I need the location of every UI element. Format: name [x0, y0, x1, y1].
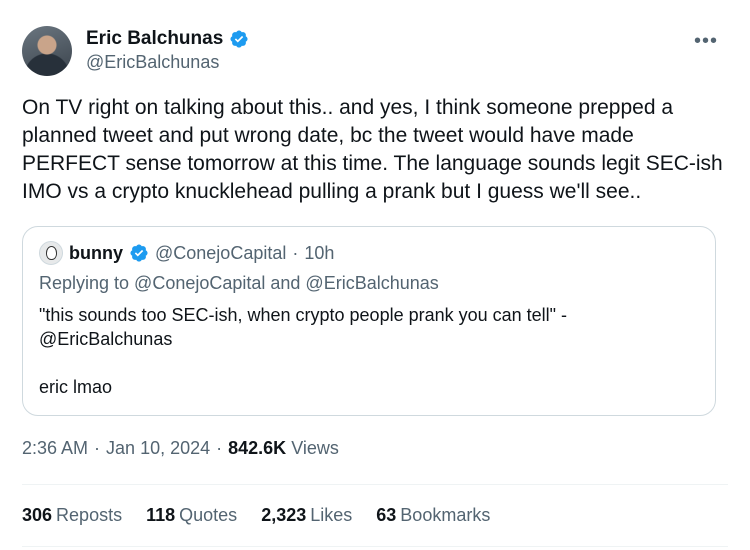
quoted-separator: ·	[292, 242, 299, 263]
stat-quotes[interactable]: 118 Quotes	[146, 505, 237, 526]
stat-bookmarks[interactable]: 63 Bookmarks	[376, 505, 490, 526]
quoted-tweet[interactable]: bunny @ConejoCapital · 10h Replying to @…	[22, 226, 716, 416]
stat-label: Bookmarks	[400, 505, 491, 525]
author-display-name[interactable]: Eric Balchunas	[86, 28, 223, 50]
verified-badge-icon	[129, 243, 149, 263]
author-handle[interactable]: @EricBalchunas	[86, 52, 219, 73]
views-label: Views	[291, 438, 339, 458]
quoted-header: bunny @ConejoCapital · 10h	[39, 241, 334, 265]
stat-likes[interactable]: 2,323 Likes	[261, 505, 352, 526]
verified-badge-icon	[229, 29, 249, 49]
stat-count: 63	[376, 505, 397, 525]
stat-label: Likes	[310, 505, 353, 525]
stat-label: Quotes	[179, 505, 238, 525]
stat-count: 306	[22, 505, 53, 525]
engagement-stats: 306 Reposts 118 Quotes 2,323 Likes 63 Bookma…	[22, 505, 490, 526]
tweet-card: Eric Balchunas @EricBalchunas ••• On TV …	[0, 0, 750, 550]
quoted-display-name: bunny	[69, 242, 123, 263]
tweet-date[interactable]: Jan 10, 2024	[106, 438, 210, 459]
views-count: 842.6K	[228, 438, 287, 458]
tweet-meta: 2:36 AM · Jan 10, 2024 · 842.6K Views	[22, 438, 339, 459]
quoted-handle: @ConejoCapital	[155, 242, 287, 263]
meta-separator: ·	[216, 438, 223, 458]
author-avatar[interactable]	[22, 26, 72, 76]
tweet-text: On TV right on talking about this.. and …	[22, 96, 723, 203]
stat-reposts[interactable]: 306 Reposts	[22, 505, 122, 526]
views-count-group: 842.6K Views	[228, 438, 339, 459]
author-name-row: Eric Balchunas	[86, 28, 249, 50]
tweet-header: Eric Balchunas @EricBalchunas •••	[22, 24, 728, 76]
divider	[22, 484, 728, 485]
more-horizontal-icon[interactable]: •••	[694, 30, 718, 53]
quoted-replying-to: Replying to @ConejoCapital and @EricBalc…	[39, 273, 439, 293]
stat-count: 118	[146, 505, 176, 525]
stat-label: Reposts	[56, 505, 123, 525]
meta-separator: ·	[94, 438, 101, 458]
quoted-age: 10h	[304, 242, 335, 263]
quoted-text: "this sounds too SEC-ish, when crypto pe…	[39, 305, 568, 349]
quoted-text-line-2: eric lmao	[39, 377, 113, 397]
divider	[22, 546, 728, 547]
stat-count: 2,323	[261, 505, 307, 525]
tweet-time[interactable]: 2:36 AM	[22, 438, 88, 459]
quoted-avatar	[39, 241, 63, 265]
